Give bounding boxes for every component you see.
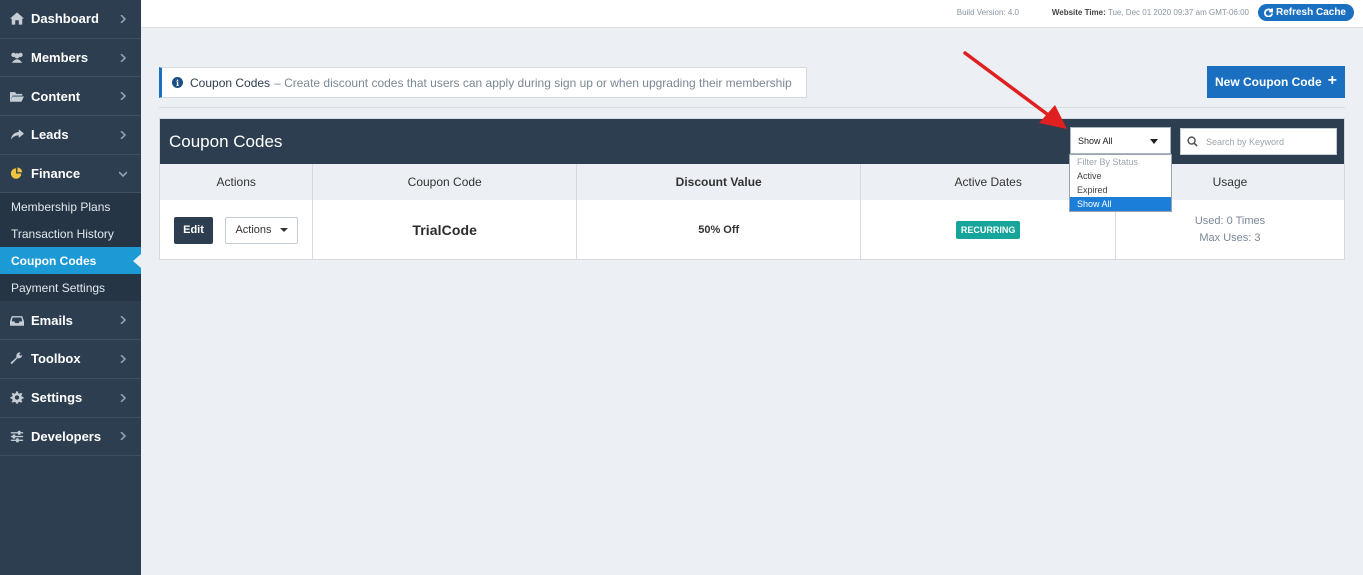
- filter-option-active[interactable]: Active: [1070, 169, 1171, 183]
- share-icon: [9, 128, 25, 142]
- plus-icon: +: [1327, 72, 1337, 89]
- sidebar-item-members[interactable]: Members: [0, 39, 141, 78]
- chevron-right-icon: [119, 128, 127, 142]
- pie-chart-icon: [9, 167, 25, 181]
- sidebar-item-label: Content: [31, 88, 81, 104]
- website-time-value: Tue, Dec 01 2020 09:37 am GMT-06:00: [1107, 8, 1249, 17]
- sidebar-item-content[interactable]: Content: [0, 77, 141, 117]
- status-filter-options: Filter By Status Active Expired Show All: [1069, 154, 1172, 212]
- sidebar-item-label: Emails: [31, 312, 73, 328]
- sidebar-item-label: Members: [31, 50, 89, 66]
- chevron-right-icon: [119, 89, 127, 103]
- recurring-badge: RECURRING: [955, 221, 1021, 239]
- column-header-coupon-code: Coupon Code: [312, 164, 577, 200]
- sidebar-item-leads[interactable]: Leads: [0, 116, 141, 155]
- chevron-right-icon: [119, 391, 127, 405]
- page-title: Coupon Codes: [190, 75, 271, 90]
- sliders-icon: [9, 429, 25, 443]
- used-count: Used: 0 Times: [1194, 215, 1266, 227]
- sidebar: Dashboard Members Content Leads Finance …: [0, 0, 141, 575]
- chevron-right-icon: [119, 12, 127, 26]
- sidebar-item-dashboard[interactable]: Dashboard: [0, 0, 141, 39]
- sidebar-item-label: Settings: [31, 390, 83, 406]
- website-time: Website Time: Tue, Dec 01 2020 09:37 am …: [1052, 8, 1249, 17]
- filter-option-placeholder: Filter By Status: [1077, 157, 1139, 167]
- column-header-discount-value[interactable]: Discount Value: [576, 164, 862, 200]
- sidebar-item-label: Dashboard: [31, 11, 99, 27]
- home-icon: [9, 12, 25, 26]
- filter-option-expired[interactable]: Expired: [1070, 183, 1171, 197]
- annotation-arrow-icon: [963, 51, 1067, 129]
- wrench-icon: [9, 352, 25, 366]
- chevron-right-icon: [119, 313, 127, 327]
- page-description: – Create discount codes that users can a…: [274, 75, 792, 90]
- divider: [159, 107, 1345, 108]
- max-uses: Max Uses: 3: [1199, 232, 1261, 244]
- sidebar-subitem-coupon-codes[interactable]: Coupon Codes: [0, 247, 141, 275]
- chevron-right-icon: [119, 51, 127, 65]
- sidebar-item-emails[interactable]: Emails: [0, 301, 141, 341]
- sidebar-item-toolbox[interactable]: Toolbox: [0, 340, 141, 379]
- gear-icon: [9, 391, 25, 405]
- sidebar-item-finance[interactable]: Finance: [0, 155, 141, 194]
- page-info-box: i Coupon Codes – Create discount codes t…: [159, 67, 807, 98]
- status-filter-select[interactable]: Show All: [1070, 127, 1171, 154]
- chevron-down-icon: [118, 167, 128, 181]
- sidebar-item-settings[interactable]: Settings: [0, 379, 141, 418]
- edit-button[interactable]: Edit: [174, 216, 213, 244]
- status-filter-value: Show All: [1078, 135, 1113, 146]
- sidebar-item-developers[interactable]: Developers: [0, 418, 141, 457]
- top-bar: Build Version: 4.0 Website Time: Tue, De…: [141, 0, 1363, 28]
- finance-submenu: Membership Plans Transaction History Cou…: [0, 193, 141, 302]
- folder-icon: [9, 89, 25, 103]
- keyword-search: [1180, 128, 1337, 155]
- refresh-cache-label: Refresh Cache: [1275, 7, 1346, 18]
- refresh-cache-button[interactable]: Refresh Cache: [1257, 4, 1354, 21]
- sidebar-subitem-payment-settings[interactable]: Payment Settings: [0, 274, 141, 301]
- actions-dropdown-label: Actions: [235, 224, 272, 236]
- sidebar-item-label: Finance: [31, 166, 81, 182]
- chevron-right-icon: [119, 429, 127, 443]
- coupon-code-cell: TrialCode: [312, 200, 577, 260]
- sidebar-item-label: Developers: [31, 428, 102, 444]
- discount-value-cell: 50% Off: [576, 200, 862, 260]
- website-time-label: Website Time:: [1051, 8, 1106, 17]
- actions-dropdown-button[interactable]: Actions: [225, 216, 298, 244]
- panel-title: Coupon Codes: [169, 131, 283, 151]
- new-coupon-code-button[interactable]: New Coupon Code +: [1207, 66, 1345, 98]
- build-version: Build Version: 4.0: [956, 8, 1019, 17]
- caret-down-icon: [279, 228, 288, 232]
- new-coupon-code-label: New Coupon Code: [1214, 75, 1322, 89]
- sidebar-item-label: Leads: [31, 127, 69, 143]
- inbox-icon: [9, 313, 25, 327]
- search-input[interactable]: [1206, 136, 1326, 147]
- filter-option-show-all[interactable]: Show All: [1070, 197, 1171, 211]
- actions-cell: Edit Actions: [160, 200, 314, 260]
- refresh-icon: [1264, 8, 1273, 17]
- caret-down-icon: [1150, 139, 1158, 144]
- info-icon: i: [172, 77, 183, 88]
- sidebar-subitem-membership-plans[interactable]: Membership Plans: [0, 193, 141, 220]
- sidebar-subitem-transaction-history[interactable]: Transaction History: [0, 220, 141, 247]
- search-icon: [1187, 136, 1198, 147]
- column-header-actions: Actions: [160, 164, 314, 200]
- chevron-right-icon: [119, 352, 127, 366]
- users-icon: [9, 51, 25, 65]
- sidebar-item-label: Toolbox: [31, 351, 81, 367]
